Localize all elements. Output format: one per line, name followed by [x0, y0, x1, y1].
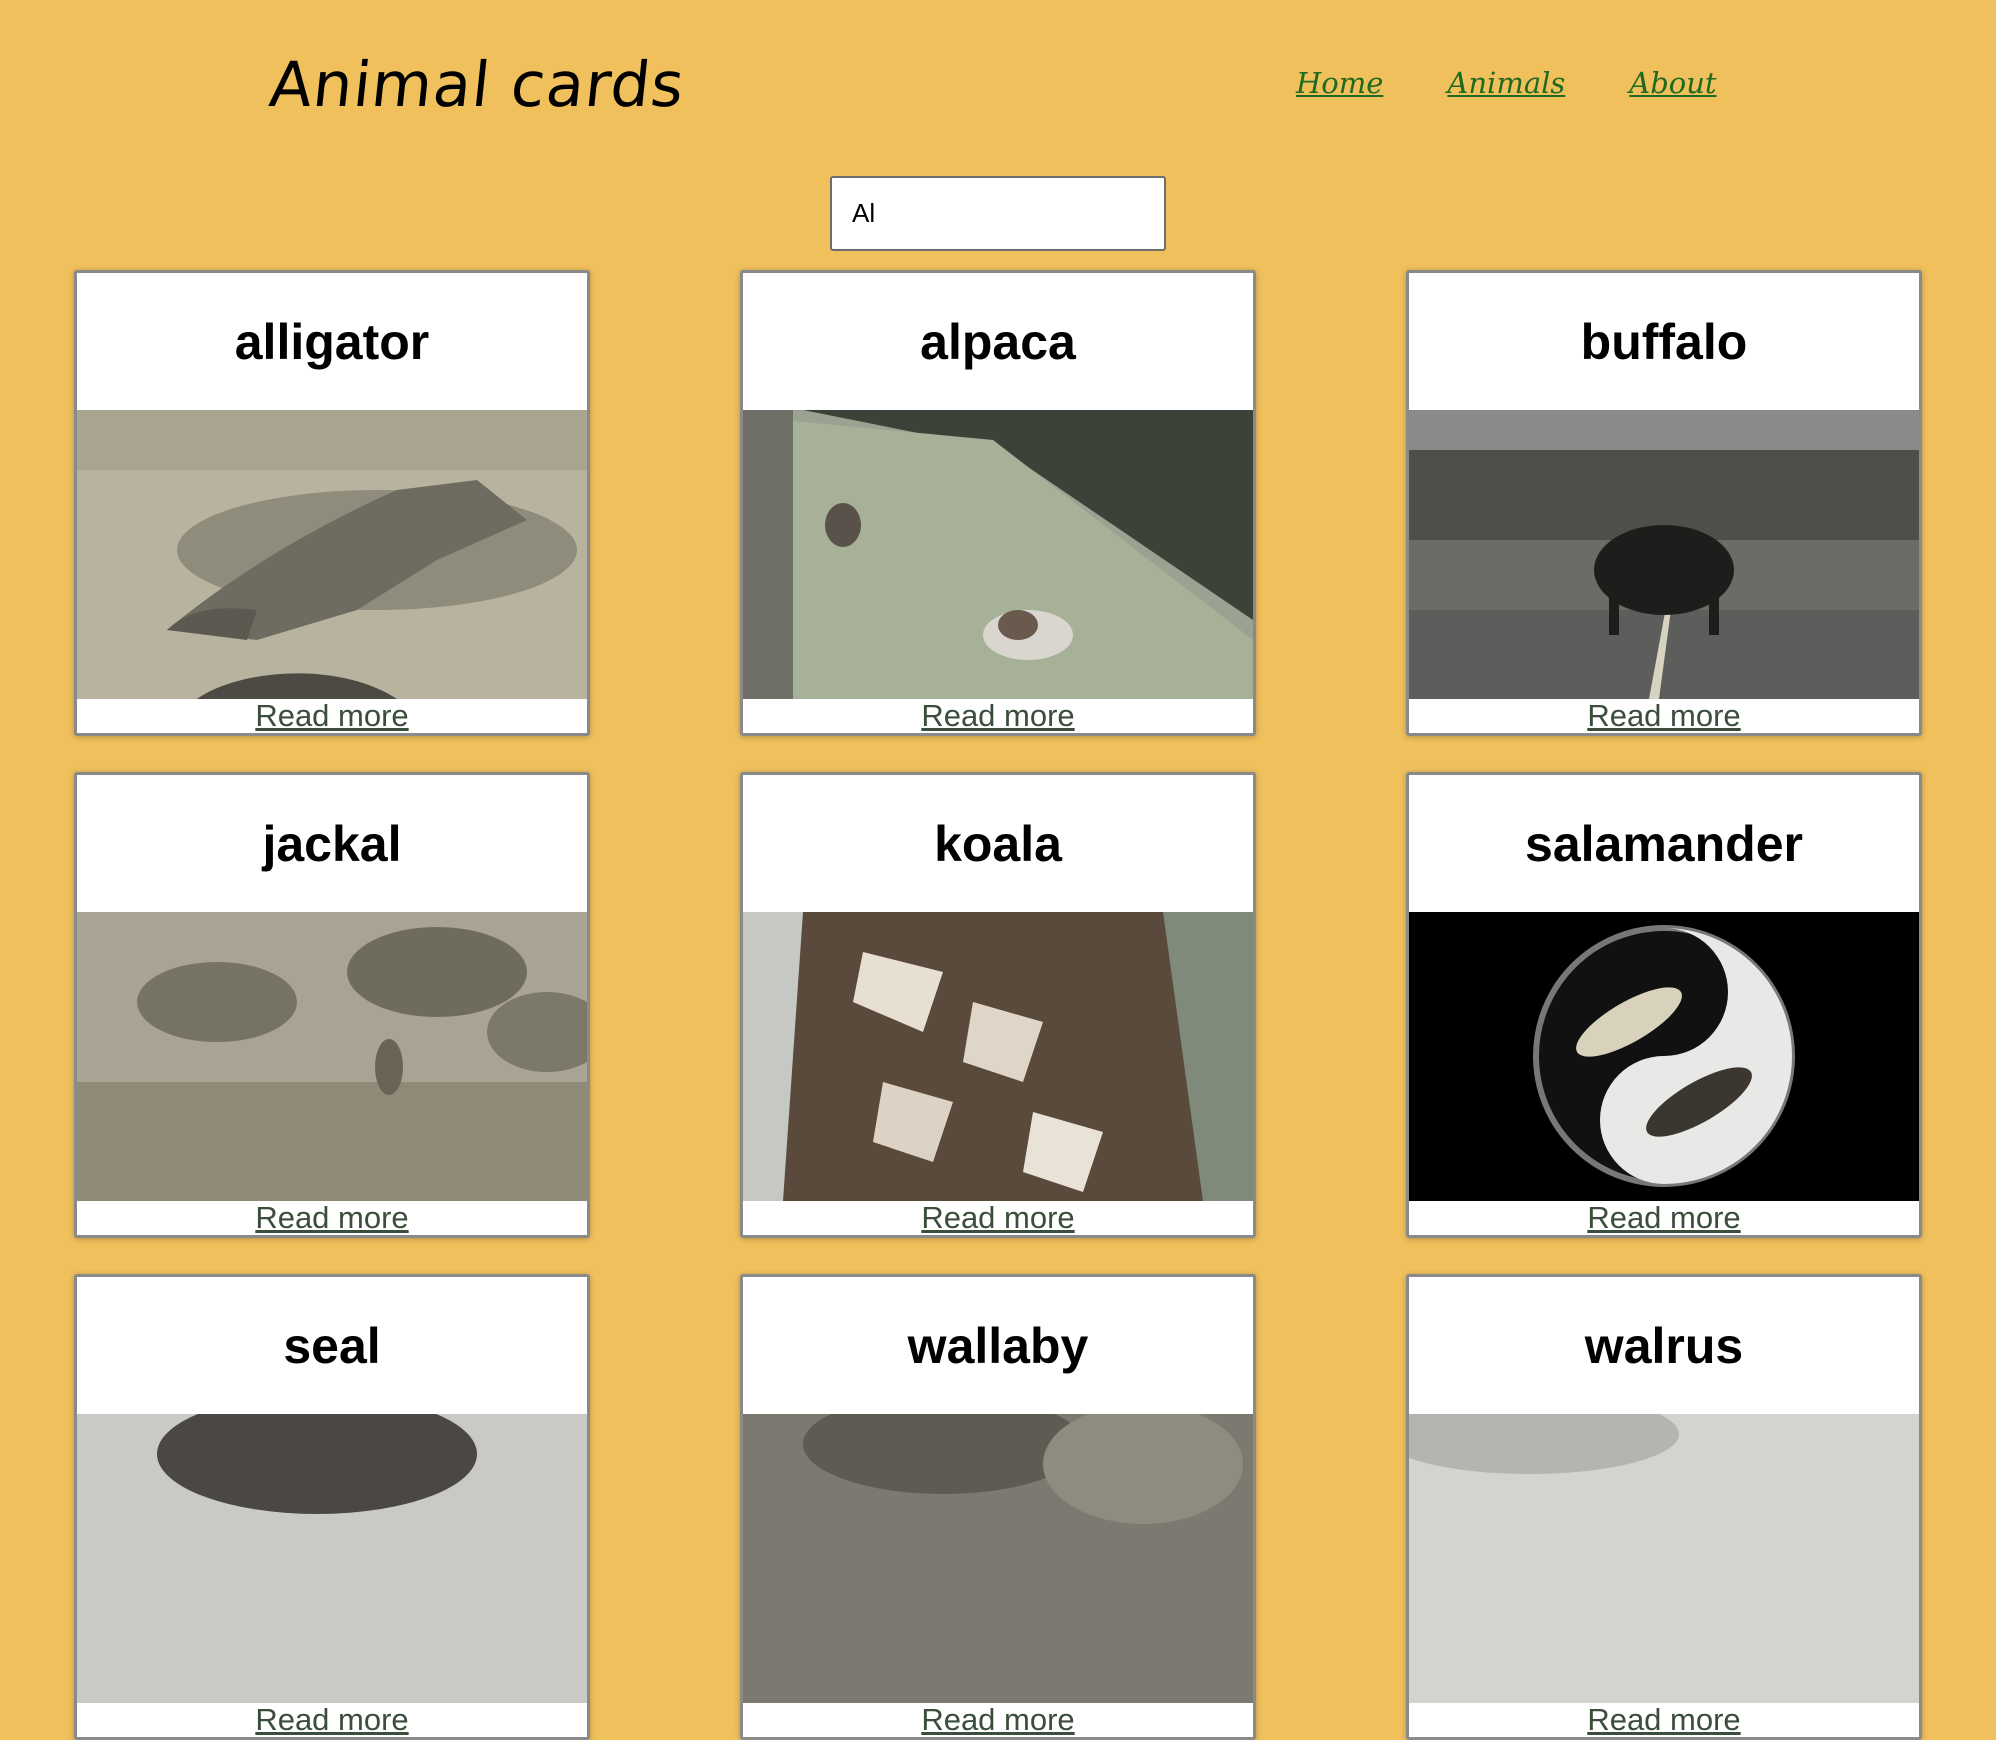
- animal-card-jackal: jackal Read more: [74, 772, 590, 1238]
- alpaca-photo: [743, 410, 1253, 699]
- alligator-photo: [77, 410, 587, 699]
- read-more-link[interactable]: Read more: [743, 1201, 1253, 1235]
- card-title: seal: [283, 1317, 381, 1374]
- read-more-link[interactable]: Read more: [1409, 699, 1919, 733]
- read-more-link[interactable]: Read more: [77, 1201, 587, 1235]
- site-title: Animal cards: [266, 48, 689, 121]
- search-input[interactable]: [830, 176, 1166, 251]
- card-title: salamander: [1525, 815, 1803, 872]
- read-more-link[interactable]: Read more: [743, 1703, 1253, 1737]
- nav-about-link[interactable]: About: [1629, 66, 1716, 100]
- read-more-link[interactable]: Read more: [1409, 1703, 1919, 1737]
- owl-photo: [743, 912, 1253, 1201]
- main-nav: Home Animals About: [1296, 66, 1717, 100]
- animal-card-alligator: alligator Read more: [74, 270, 590, 736]
- card-grid: alligator Read more alpaca Read more buf…: [74, 270, 1922, 1740]
- card-title: koala: [934, 815, 1062, 872]
- jackal-photo: [77, 912, 587, 1201]
- animal-card-alpaca: alpaca Read more: [740, 270, 1256, 736]
- card-title: wallaby: [907, 1317, 1089, 1374]
- animal-card-koala: koala Read more: [740, 772, 1256, 1238]
- wallaby-photo: [743, 1414, 1253, 1703]
- card-title: walrus: [1584, 1317, 1744, 1374]
- read-more-link[interactable]: Read more: [77, 699, 587, 733]
- animal-card-walrus: walrus Read more: [1406, 1274, 1922, 1740]
- card-title: alligator: [234, 313, 430, 370]
- nav-home-link[interactable]: Home: [1296, 66, 1383, 100]
- animal-card-wallaby: wallaby Read more: [740, 1274, 1256, 1740]
- seal-photo: [77, 1414, 587, 1703]
- animal-card-seal: seal Read more: [74, 1274, 590, 1740]
- koi-yin-yang-photo: [1409, 912, 1919, 1201]
- animal-card-buffalo: buffalo Read more: [1406, 270, 1922, 736]
- read-more-link[interactable]: Read more: [743, 699, 1253, 733]
- read-more-link[interactable]: Read more: [77, 1703, 587, 1737]
- card-title: buffalo: [1580, 313, 1748, 370]
- nav-animals-link[interactable]: Animals: [1447, 66, 1565, 100]
- card-title: alpaca: [920, 313, 1076, 370]
- card-title: jackal: [262, 815, 402, 872]
- animal-card-salamander: salamander Read more: [1406, 772, 1922, 1238]
- read-more-link[interactable]: Read more: [1409, 1201, 1919, 1235]
- buffalo-photo: [1409, 410, 1919, 699]
- walrus-photo: [1409, 1414, 1919, 1703]
